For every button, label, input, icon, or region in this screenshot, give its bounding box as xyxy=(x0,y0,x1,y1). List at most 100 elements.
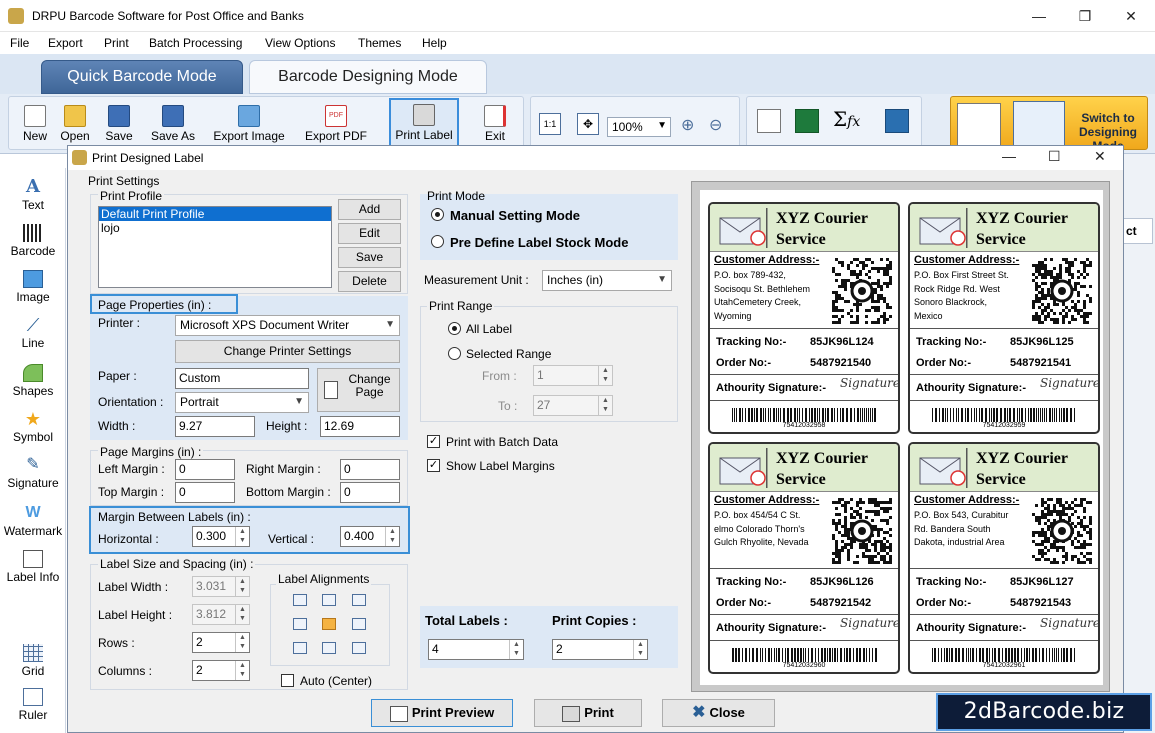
sidebar-item-symbol[interactable]: ★ Symbol xyxy=(0,410,66,444)
tab-quick-barcode-mode[interactable]: Quick Barcode Mode xyxy=(41,60,243,94)
right-margin-field[interactable]: 0 xyxy=(340,459,400,480)
label-height-field[interactable]: 3.812 ▲ ▼ xyxy=(192,604,250,625)
exit-button[interactable]: Exit xyxy=(475,101,515,149)
print-copies-field[interactable]: 2 ▲ ▼ xyxy=(552,639,648,660)
paper-field[interactable]: Custom xyxy=(175,368,309,389)
close-window-button[interactable]: ✕ xyxy=(1108,0,1154,32)
sidebar-item-label-info[interactable]: Label Info xyxy=(0,550,66,584)
change-page-button[interactable]: Change Page xyxy=(317,368,400,412)
sidebar-item-ruler[interactable]: Ruler xyxy=(0,688,66,722)
menu-help[interactable]: Help xyxy=(422,36,447,50)
align-center-icon[interactable] xyxy=(322,618,336,630)
align-top-center-icon[interactable] xyxy=(322,594,336,606)
align-bottom-center-icon[interactable] xyxy=(322,642,336,654)
list-item[interactable]: lojo xyxy=(99,221,331,235)
dialog-minimize-button[interactable]: — xyxy=(1002,148,1016,164)
open-button[interactable]: Open xyxy=(55,101,95,149)
edit-pencil-icon[interactable] xyxy=(757,109,781,133)
stepper-arrows-icon[interactable]: ▲ ▼ xyxy=(235,527,249,546)
excel-icon[interactable] xyxy=(795,109,819,133)
edit-profile-button[interactable]: Edit xyxy=(338,223,401,244)
maximize-button[interactable]: ❐ xyxy=(1062,0,1108,32)
swap-arrows-icon[interactable] xyxy=(885,109,909,133)
manual-mode-radio[interactable] xyxy=(431,208,444,221)
total-labels-field[interactable]: 4 ▲ ▼ xyxy=(428,639,524,660)
all-label-radio[interactable] xyxy=(448,322,461,335)
to-field[interactable]: 27 ▲ ▼ xyxy=(533,395,613,416)
vertical-margin-field[interactable]: 0.400 ▲ ▼ xyxy=(340,526,400,547)
stepper-arrows-icon[interactable]: ▲ ▼ xyxy=(633,640,647,659)
align-top-left-icon[interactable] xyxy=(293,594,307,606)
menu-file[interactable]: File xyxy=(10,36,29,50)
save-as-button[interactable]: Save As xyxy=(143,101,203,149)
stepper-arrows-icon[interactable]: ▲ ▼ xyxy=(385,527,399,546)
top-margin-field[interactable]: 0 xyxy=(175,482,235,503)
sidebar-item-grid[interactable]: Grid xyxy=(0,644,66,678)
align-bottom-left-icon[interactable] xyxy=(293,642,307,654)
zoom-select[interactable]: 100% ▼ xyxy=(607,117,671,137)
menu-batch-processing[interactable]: Batch Processing xyxy=(149,36,242,50)
rows-field[interactable]: 2 ▲ ▼ xyxy=(192,632,250,653)
zoom-out-icon[interactable]: ⊖ xyxy=(709,115,722,135)
actual-size-button[interactable]: 1:1 xyxy=(539,113,561,135)
show-label-margins-checkbox[interactable]: ✓ xyxy=(427,459,440,472)
menu-view-options[interactable]: View Options xyxy=(265,36,335,50)
orientation-select[interactable]: Portrait ▼ xyxy=(175,392,309,413)
switch-to-designing-mode-button[interactable]: Switch to Designing Mode xyxy=(950,96,1148,153)
dialog-close-button[interactable]: ✕ xyxy=(1094,148,1106,165)
sidebar-item-watermark[interactable]: W Watermark xyxy=(0,504,66,538)
stepper-arrows-icon[interactable]: ▲ ▼ xyxy=(235,661,249,680)
sidebar-item-signature[interactable]: ✎ Signature xyxy=(0,456,66,490)
sidebar-item-text[interactable]: A Text xyxy=(0,178,66,213)
menu-export[interactable]: Export xyxy=(48,36,83,50)
add-profile-button[interactable]: Add xyxy=(338,199,401,220)
change-printer-settings-button[interactable]: Change Printer Settings xyxy=(175,340,400,363)
formula-icon[interactable]: Σfx xyxy=(833,107,860,131)
print-label-button[interactable]: Print Label xyxy=(389,98,459,150)
print-with-batch-checkbox[interactable]: ✓ xyxy=(427,435,440,448)
sidebar-item-image[interactable]: Image xyxy=(0,270,66,304)
menu-themes[interactable]: Themes xyxy=(358,36,401,50)
label-width-field[interactable]: 3.031 ▲ ▼ xyxy=(192,576,250,597)
left-margin-field[interactable]: 0 xyxy=(175,459,235,480)
print-profile-list[interactable]: Default Print Profile lojo xyxy=(98,206,332,288)
auto-center-checkbox[interactable] xyxy=(281,674,294,687)
align-top-right-icon[interactable] xyxy=(352,594,366,606)
stepper-arrows-icon[interactable]: ▲ ▼ xyxy=(235,633,249,652)
export-image-button[interactable]: Export Image xyxy=(207,101,291,149)
horizontal-margin-field[interactable]: 0.300 ▲ ▼ xyxy=(192,526,250,547)
print-button[interactable]: Print xyxy=(534,699,642,727)
align-bottom-right-icon[interactable] xyxy=(352,642,366,654)
from-field[interactable]: 1 ▲ ▼ xyxy=(533,365,613,386)
bottom-margin-field[interactable]: 0 xyxy=(340,482,400,503)
zoom-in-icon[interactable]: ⊕ xyxy=(681,115,694,135)
minimize-button[interactable]: — xyxy=(1016,0,1062,32)
stepper-arrows-icon[interactable]: ▲ ▼ xyxy=(509,640,523,659)
tab-barcode-designing-mode[interactable]: Barcode Designing Mode xyxy=(249,60,487,94)
page-width-field[interactable]: 9.27 xyxy=(175,416,255,437)
predefined-stock-radio[interactable] xyxy=(431,235,444,248)
sidebar-item-shapes[interactable]: Shapes xyxy=(0,364,66,398)
stepper-arrows-icon[interactable]: ▲ ▼ xyxy=(598,366,612,385)
dialog-maximize-button[interactable]: ☐ xyxy=(1048,148,1061,165)
printer-select[interactable]: Microsoft XPS Document Writer ▼ xyxy=(175,315,400,336)
sidebar-item-barcode[interactable]: Barcode xyxy=(0,224,66,258)
save-profile-button[interactable]: Save xyxy=(338,247,401,268)
sidebar-item-line[interactable]: ⟋ Line xyxy=(0,316,66,350)
page-height-field[interactable]: 12.69 xyxy=(320,416,400,437)
print-preview-button[interactable]: Print Preview xyxy=(371,699,513,727)
export-pdf-button[interactable]: PDF Export PDF xyxy=(301,101,371,149)
stepper-arrows-icon[interactable]: ▲ ▼ xyxy=(235,577,249,596)
align-middle-right-icon[interactable] xyxy=(352,618,366,630)
close-button[interactable]: ✖ Close xyxy=(662,699,775,727)
menu-print[interactable]: Print xyxy=(104,36,129,50)
list-item[interactable]: Default Print Profile xyxy=(99,207,331,221)
new-button[interactable]: New xyxy=(15,101,55,149)
partial-tab[interactable]: ct xyxy=(1123,218,1153,244)
stepper-arrows-icon[interactable]: ▲ ▼ xyxy=(598,396,612,415)
measurement-unit-select[interactable]: Inches (in) ▼ xyxy=(542,270,672,291)
selected-range-radio[interactable] xyxy=(448,347,461,360)
columns-field[interactable]: 2 ▲ ▼ xyxy=(192,660,250,681)
save-button[interactable]: Save xyxy=(99,101,139,149)
stepper-arrows-icon[interactable]: ▲ ▼ xyxy=(235,605,249,624)
